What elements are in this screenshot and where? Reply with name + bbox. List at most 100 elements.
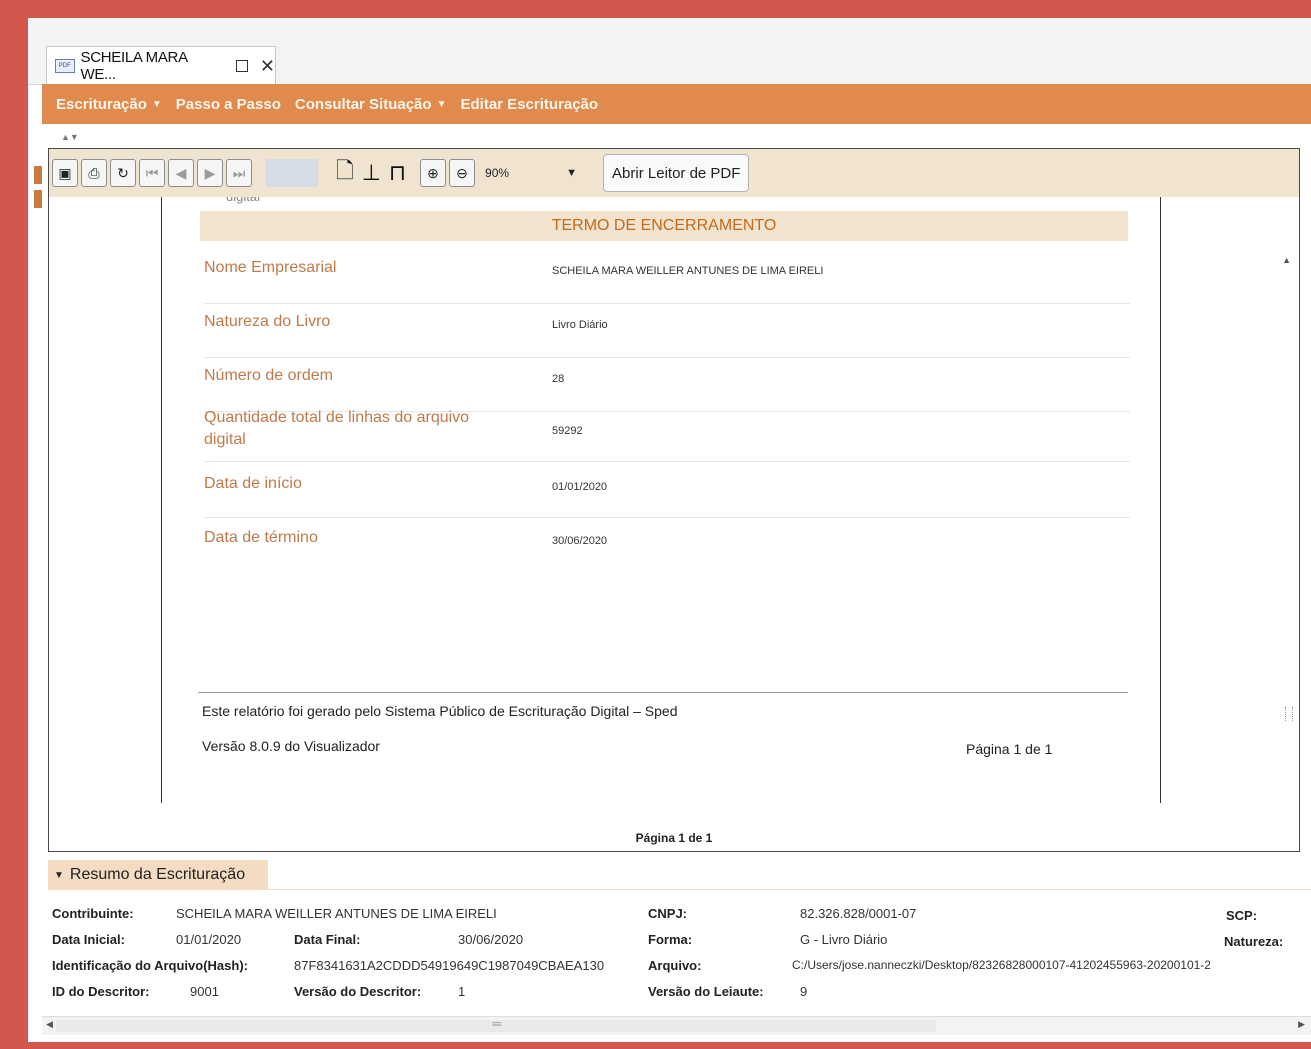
footer-version-text: Versão 8.0.9 do Visualizador — [202, 738, 380, 754]
chevron-down-icon: ▼ — [436, 98, 447, 110]
summary-title: Resumo da Escrituração — [69, 866, 246, 883]
menu-passo-a-passo-label: Passo a Passo — [175, 95, 281, 113]
viewer-toolbar: ▣ ⎙ ↻ ⏮ ◀ ▶ ⏭ 🗋 ⊥ ⊓ ⊕ ⊖ 90% ▼ Abrir Leit… — [49, 149, 1299, 197]
report-row: Nome Empresarial SCHEILA MARA WEILLER AN… — [204, 257, 1130, 304]
footer-generated-text: Este relatório foi gerado pelo Sistema P… — [202, 703, 678, 719]
close-icon[interactable]: ✕ — [260, 57, 275, 75]
hash-label: Identificação do Arquivo(Hash): — [52, 958, 248, 973]
menu-passo-a-passo[interactable]: Passo a Passo — [176, 96, 281, 113]
fit-page-icon[interactable]: ⊓ — [389, 160, 406, 186]
side-tab-collapse[interactable] — [34, 166, 42, 184]
menu-escrituracao-label: Escrituração — [56, 95, 147, 113]
application-window: PDF SCHEILA MARA WE... ✕ Escrituração ▼ P… — [28, 18, 1311, 1042]
scroll-grip-icon: ≡≡ — [492, 1019, 501, 1029]
natureza-label: Natureza: — [1224, 934, 1284, 949]
chevron-down-icon: ▼ — [54, 869, 64, 881]
summary-panel: Contribuinte: SCHEILA MARA WEILLER ANTUN… — [28, 896, 1311, 1016]
page-number-input[interactable] — [266, 159, 318, 187]
cnpj-value: 82.326.828/0001-07 — [800, 906, 917, 921]
side-panel-tabs — [34, 166, 44, 214]
arquivo-label: Arquivo: — [648, 958, 702, 973]
report-row: Data de início 01/01/2020 — [204, 473, 1130, 518]
sort-toggle-icon[interactable]: ▲▼ — [61, 132, 79, 142]
document-icon: PDF — [55, 58, 75, 73]
row-value: 30/06/2020 — [552, 535, 608, 547]
row-label: Data de início — [204, 475, 302, 492]
data-final-label: Data Final: — [294, 932, 361, 947]
menu-consultar-situacao[interactable]: Consultar Situação ▼ — [295, 96, 447, 113]
previous-page-icon[interactable]: ◀ — [168, 159, 194, 187]
versao-descritor-value: 1 — [458, 984, 466, 999]
summary-section-toggle[interactable]: ▼ Resumo da Escrituração — [48, 860, 268, 890]
open-pdf-reader-button[interactable]: Abrir Leitor de PDF — [603, 154, 750, 192]
arquivo-value: C:/Users/jose.nanneczki/Desktop/82326828… — [792, 958, 1211, 972]
row-label: Quantidade total de linhas do arquivo di… — [204, 409, 470, 448]
footer-page-text: Página 1 de 1 — [966, 741, 1053, 757]
row-value: 59292 — [552, 425, 583, 437]
report-row: Data de término 30/06/2020 — [204, 527, 1130, 571]
zoom-out-icon[interactable]: ⊖ — [449, 159, 476, 187]
row-label: Natureza do Livro — [204, 313, 331, 330]
document-tab-title: SCHEILA MARA WE... — [80, 48, 188, 83]
scroll-right-icon[interactable]: ▶ — [1298, 1019, 1305, 1030]
report-viewer: ▣ ⎙ ↻ ⏮ ◀ ▶ ⏭ 🗋 ⊥ ⊓ ⊕ ⊖ 90% ▼ Abrir Leit… — [48, 148, 1300, 852]
vertical-scroll-thumb[interactable] — [1285, 707, 1293, 721]
menu-editar-escrituracao-label: Editar Escrituração — [460, 95, 599, 113]
report-page-area[interactable]: digital TERMO DE ENCERRAMENTO Nome Empre… — [49, 197, 1299, 825]
id-descritor-value: 9001 — [190, 984, 219, 999]
single-page-icon[interactable]: 🗋 — [336, 154, 354, 192]
summary-divider — [268, 889, 1311, 890]
footer-divider — [198, 692, 1128, 693]
document-tab-strip: PDF SCHEILA MARA WE... ✕ — [28, 18, 1311, 85]
contribuinte-value: SCHEILA MARA WEILLER ANTUNES DE LIMA EIR… — [176, 906, 497, 921]
scroll-left-icon[interactable]: ◀ — [46, 1019, 53, 1030]
document-tab[interactable]: PDF SCHEILA MARA WE... ✕ — [46, 46, 276, 84]
forma-value: G - Livro Diário — [800, 932, 888, 947]
row-label: Data de término — [204, 529, 318, 546]
report-row: Número de ordem 28 — [204, 365, 1130, 412]
report-page: digital TERMO DE ENCERRAMENTO Nome Empre… — [161, 197, 1161, 803]
data-final-value: 30/06/2020 — [458, 932, 524, 947]
report-row: Quantidade total de linhas do arquivo di… — [204, 407, 1130, 462]
chevron-down-icon: ▼ — [566, 167, 578, 179]
scp-label: SCP: — [1226, 908, 1258, 923]
scroll-up-icon[interactable]: ▲ — [1282, 255, 1291, 265]
zoom-select[interactable]: 90% ▼ — [485, 159, 581, 187]
menu-consultar-situacao-label: Consultar Situação — [294, 95, 432, 113]
zoom-value: 90% — [485, 166, 510, 180]
zoom-in-icon[interactable]: ⊕ — [420, 159, 447, 187]
horizontal-scrollbar[interactable]: ◀ ≡≡ ▶ — [42, 1016, 1311, 1035]
contribuinte-label: Contribuinte: — [52, 906, 134, 921]
section-title: TERMO DE ENCERRAMENTO — [200, 211, 1128, 241]
forma-label: Forma: — [648, 932, 693, 947]
chevron-down-icon: ▼ — [151, 98, 162, 110]
versao-leiaute-label: Versão do Leiaute: — [648, 984, 764, 999]
versao-leiaute-value: 9 — [800, 984, 808, 999]
versao-descritor-label: Versão do Descritor: — [294, 984, 422, 999]
side-tab-expand[interactable] — [34, 190, 42, 208]
refresh-icon[interactable]: ↻ — [110, 159, 136, 187]
hash-value: 87F8341631A2CDDD54919649C1987049CBAEA130 — [294, 958, 605, 973]
print-icon[interactable]: ⎙ — [81, 159, 107, 187]
report-row: Natureza do Livro Livro Diário — [204, 311, 1130, 358]
data-inicial-label: Data Inicial: — [52, 932, 125, 947]
last-page-icon[interactable]: ⏭ — [226, 159, 252, 187]
row-value: 28 — [552, 373, 565, 385]
first-page-icon[interactable]: ⏮ — [139, 159, 165, 187]
row-value: 01/01/2020 — [552, 481, 608, 493]
next-page-icon[interactable]: ▶ — [197, 159, 223, 187]
partial-label: digital — [226, 197, 260, 204]
menu-escrituracao[interactable]: Escrituração ▼ — [56, 96, 162, 113]
cnpj-label: CNPJ: — [648, 906, 688, 921]
row-value: Livro Diário — [552, 319, 608, 331]
menu-bar: Escrituração ▼ Passo a Passo Consultar Si… — [42, 84, 1311, 124]
fit-width-icon[interactable]: ⊥ — [362, 160, 381, 186]
row-value: SCHEILA MARA WEILLER ANTUNES DE LIMA EIR… — [552, 265, 824, 277]
row-label: Nome Empresarial — [204, 259, 337, 276]
row-label: Número de ordem — [204, 367, 333, 384]
id-descritor-label: ID do Descritor: — [52, 984, 150, 999]
save-icon[interactable]: ▣ — [52, 159, 78, 187]
page-indicator: Página 1 de 1 — [635, 831, 713, 845]
menu-editar-escrituracao[interactable]: Editar Escrituração — [460, 96, 598, 113]
restore-icon[interactable] — [236, 59, 248, 72]
